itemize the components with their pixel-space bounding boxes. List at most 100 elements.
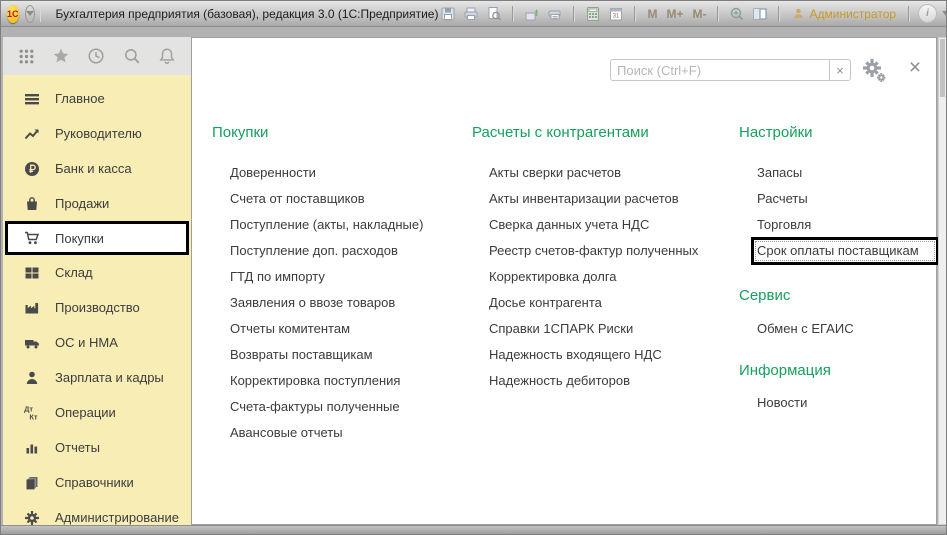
menu-link[interactable]: Счета-фактуры полученные [230,394,423,420]
sidebar-item-otchety[interactable]: Отчеты [3,430,191,465]
sidebar-item-proizvodstvo[interactable]: Производство [3,290,191,325]
settings-menu: Запасы Расчеты Торговля Срок оплаты пост… [757,160,939,264]
menu-link[interactable]: Расчеты [757,186,939,212]
scrollbar-thumb[interactable] [940,39,945,97]
menu-link[interactable]: ГТД по импорту [230,264,423,290]
gear-icon [23,509,40,526]
favorites-star-icon[interactable] [52,47,70,65]
title-bar: 1С Бухгалтерия предприятия (базовая), ре… [1,1,946,27]
history-icon[interactable] [87,47,105,65]
zoom-in-icon[interactable] [727,4,747,24]
memory-m-plus-button[interactable]: M+ [663,7,686,21]
menu-link-highlighted[interactable]: Срок оплаты поставщикам [751,237,939,265]
settings-gears-icon[interactable] [860,58,888,84]
menu-link[interactable]: Реестр счетов-фактур полученных [489,238,698,264]
separator [512,6,514,22]
section-header-information: Информация [739,362,831,379]
calculator-icon[interactable] [583,4,603,24]
info-button[interactable]: i [918,4,937,23]
search-icon[interactable] [123,47,141,65]
info-chevron-down-icon[interactable] [942,11,947,16]
load-file-icon[interactable] [522,4,542,24]
sidebar-item-glavnoe[interactable]: Главное [3,81,191,116]
split-window-icon[interactable] [750,4,770,24]
separator [573,6,575,22]
truck-icon [23,334,40,351]
calendar-icon[interactable]: 31 [606,4,626,24]
system-menu-button[interactable] [25,5,35,23]
menu-link[interactable]: Поступление (акты, накладные) [230,212,423,238]
sidebar-item-sklad[interactable]: Склад [3,255,191,290]
menu-link[interactable]: Обмен с ЕГАИС [757,316,854,342]
chevron-down-icon [26,11,34,16]
menu-link[interactable]: Досье контрагента [489,290,698,316]
print-icon[interactable] [461,4,481,24]
section-sidebar: Главное Руководителю Банк и касса Продаж… [3,75,191,528]
menu-link[interactable]: Сверка данных учета НДС [489,212,698,238]
menu-link[interactable]: Новости [757,390,807,416]
search-input[interactable] [610,59,830,81]
menu-link[interactable]: Запасы [757,160,939,186]
menu-link[interactable]: Авансовые отчеты [230,420,423,446]
sidebar-item-spravochniki[interactable]: Справочники [3,465,191,500]
menu-link[interactable]: Надежность дебиторов [489,368,698,394]
sidebar-item-label: Продажи [55,196,109,211]
information-menu: Новости [757,390,807,416]
user-icon [792,7,805,20]
sidebar-item-zarplata-i-kadry[interactable]: Зарплата и кадры [3,360,191,395]
section-header-settlements: Расчеты с контрагентами [472,124,649,141]
sidebar-item-operacii[interactable]: ДтКт Операции [3,395,191,430]
memory-m-button[interactable]: M [644,7,660,21]
sidebar-item-label: Отчеты [55,440,100,455]
sidebar-item-label: ОС и НМА [55,335,118,350]
person-icon [23,369,40,386]
search-clear-button[interactable]: × [829,59,851,81]
window-title: Бухгалтерия предприятия (базовая), редак… [56,7,439,21]
print-preview-icon[interactable] [484,4,504,24]
sidebar-item-label: Справочники [55,475,134,490]
menu-link[interactable]: Возвраты поставщикам [230,342,423,368]
hamburger-icon [23,90,40,107]
sidebar-item-os-i-nma[interactable]: ОС и НМА [3,325,191,360]
current-user[interactable]: Администратор [788,7,900,21]
menu-link[interactable]: Отчеты комитентам [230,316,423,342]
menu-link[interactable]: Корректировка долга [489,264,698,290]
notifications-bell-icon[interactable] [158,47,176,65]
menu-link[interactable]: Счета от поставщиков [230,186,423,212]
sidebar-item-label: Зарплата и кадры [55,370,164,385]
menu-link[interactable]: Доверенности [230,160,423,186]
menu-link[interactable]: Справки 1СПАРК Риски [489,316,698,342]
memory-m-minus-button[interactable]: M- [689,7,709,21]
app-window: 1С Бухгалтерия предприятия (базовая), ре… [0,0,947,535]
shopping-cart-icon [23,230,40,247]
settlements-menu: Акты сверки расчетов Акты инвентаризации… [489,160,698,394]
sidebar-item-rukovoditelyu[interactable]: Руководителю [3,116,191,151]
1c-logo-icon: 1С [7,5,19,23]
panel-close-button[interactable]: × [904,56,926,80]
sidebar-item-label: Склад [55,265,93,280]
sidebar-item-pokupki[interactable]: Покупки [5,221,189,255]
sidebar-toolbar [3,37,191,75]
menu-link[interactable]: Корректировка поступления [230,368,423,394]
separator [778,6,780,22]
service-menu: Обмен с ЕГАИС [757,316,854,342]
vertical-scrollbar[interactable] [938,37,947,525]
print-settings-icon[interactable] [545,4,565,24]
debit-credit-icon: ДтКт [23,404,40,421]
save-icon[interactable] [438,4,458,24]
menu-link[interactable]: Надежность входящего НДС [489,342,698,368]
menu-link[interactable]: Заявления о ввозе товаров [230,290,423,316]
separator [40,6,41,22]
section-header-service: Сервис [739,287,790,304]
sections-menu-icon[interactable] [18,48,35,65]
menu-link[interactable]: Поступление доп. расходов [230,238,423,264]
window-bottom-edge [1,525,946,534]
separator [908,6,910,22]
menu-link[interactable]: Акты сверки расчетов [489,160,698,186]
menu-link[interactable]: Торговля [757,212,939,238]
svg-text:31: 31 [613,13,620,19]
menu-link[interactable]: Акты инвентаризации расчетов [489,186,698,212]
section-panel: × × Покупки Доверенности Счета от постав… [191,37,937,525]
sidebar-item-prodazhi[interactable]: Продажи [3,186,191,221]
sidebar-item-bank-i-kassa[interactable]: Банк и касса [3,151,191,186]
